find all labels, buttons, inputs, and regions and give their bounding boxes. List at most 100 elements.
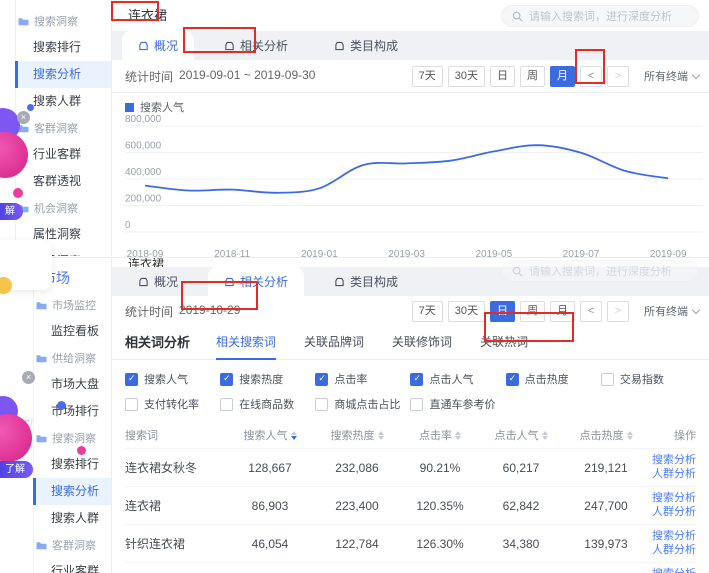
sidebar-group[interactable]: 客群洞察 bbox=[33, 532, 111, 558]
sidebar-group[interactable]: 搜索洞察 bbox=[33, 425, 111, 451]
sidebar-item[interactable]: 监控看板 bbox=[33, 318, 111, 345]
promo-pill[interactable]: 了解 bbox=[0, 461, 33, 478]
chart-legend[interactable]: 搜索人气 bbox=[125, 100, 709, 114]
column-header[interactable]: 搜索热度 bbox=[313, 427, 401, 443]
checkbox[interactable] bbox=[315, 398, 328, 411]
sidebar-group[interactable]: 市场监控 bbox=[33, 292, 111, 318]
range-button[interactable]: 周 bbox=[520, 301, 545, 322]
range-button[interactable]: 日 bbox=[490, 301, 515, 322]
range-button[interactable]: 7天 bbox=[412, 301, 443, 322]
action-cell: 搜索分析人群分析 bbox=[649, 568, 696, 573]
sidebar-item-active[interactable]: 搜索分析 bbox=[15, 61, 111, 88]
prev-button[interactable]: < bbox=[580, 66, 602, 87]
sidebar-item[interactable]: 搜索排行 bbox=[15, 34, 111, 61]
sidebar-item[interactable]: 行业客群 bbox=[15, 141, 111, 168]
tab[interactable]: 类目构成 bbox=[318, 267, 414, 296]
action-link[interactable]: 人群分析 bbox=[652, 506, 696, 519]
checkbox[interactable] bbox=[220, 398, 233, 411]
value-cell: 62,842 bbox=[479, 499, 563, 513]
action-link[interactable]: 搜索分析 bbox=[652, 492, 696, 505]
action-link[interactable]: 人群分析 bbox=[652, 468, 696, 481]
terminal-dropdown[interactable]: 所有终端 bbox=[644, 303, 699, 319]
metric-label: 点击率 bbox=[334, 371, 367, 387]
metric-checkbox[interactable]: 搜索热度 bbox=[220, 371, 315, 387]
range-button[interactable]: 日 bbox=[490, 66, 515, 87]
metric-label: 商城点击占比 bbox=[334, 396, 400, 412]
close-icon[interactable]: × bbox=[17, 111, 30, 124]
tab[interactable]: 相关分析 bbox=[208, 31, 304, 60]
tab[interactable]: 概况 bbox=[122, 267, 194, 296]
metric-checkbox[interactable]: 搜索人气 bbox=[125, 371, 220, 387]
prev-button[interactable]: < bbox=[580, 301, 602, 322]
checkbox[interactable] bbox=[601, 373, 614, 386]
tab[interactable]: 概况 bbox=[122, 31, 194, 60]
action-link[interactable]: 搜索分析 bbox=[652, 530, 696, 543]
sidebar-item[interactable]: 搜索排行 bbox=[33, 451, 111, 478]
column-header[interactable]: 点击热度 bbox=[563, 427, 649, 443]
subtab[interactable]: 关联热词 bbox=[480, 333, 528, 360]
line-chart: 800,000600,000400,000200,00002018-092018… bbox=[125, 114, 709, 264]
metric-checkbox[interactable]: 支付转化率 bbox=[125, 396, 220, 412]
checkbox-checked[interactable] bbox=[506, 373, 519, 386]
sidebar-item[interactable]: 行业客群 bbox=[33, 558, 111, 573]
metric-checkbox[interactable]: 点击热度 bbox=[506, 371, 601, 387]
close-icon[interactable]: × bbox=[22, 371, 35, 384]
range-button[interactable]: 30天 bbox=[448, 301, 485, 322]
chevron-down-icon bbox=[692, 70, 700, 78]
tab[interactable]: 相关分析 bbox=[208, 267, 304, 296]
metric-checkbox[interactable]: 交易指数 bbox=[601, 371, 696, 387]
search-input[interactable]: 请输入搜索词，进行深度分析 bbox=[501, 5, 699, 27]
sort-icon[interactable] bbox=[378, 431, 384, 440]
metric-checkbox[interactable]: 直通车参考价 bbox=[410, 396, 505, 412]
table-row: 秋冬连衣裙44,269111,949122.22%30,892125,304搜索… bbox=[125, 562, 696, 573]
metric-checkbox[interactable]: 商城点击占比 bbox=[315, 396, 410, 412]
range-button[interactable]: 月 bbox=[550, 66, 575, 87]
subtab[interactable]: 关联品牌词 bbox=[304, 333, 364, 360]
next-button[interactable]: > bbox=[607, 66, 629, 87]
sidebar-item[interactable]: 客群透视 bbox=[15, 168, 111, 195]
action-link[interactable]: 搜索分析 bbox=[652, 568, 696, 573]
subtab[interactable]: 相关搜索词 bbox=[216, 333, 276, 360]
sidebar-item[interactable]: 市场大盘 bbox=[33, 371, 111, 398]
checkbox[interactable] bbox=[125, 398, 138, 411]
range-button[interactable]: 7天 bbox=[412, 66, 443, 87]
metric-checkbox[interactable]: 点击人气 bbox=[410, 371, 505, 387]
stat-time-value: 2019-09-01 ~ 2019-09-30 bbox=[179, 68, 315, 85]
checkbox-checked[interactable] bbox=[315, 373, 328, 386]
metric-checkbox[interactable]: 点击率 bbox=[315, 371, 410, 387]
checkbox-checked[interactable] bbox=[410, 373, 423, 386]
checkbox-checked[interactable] bbox=[220, 373, 233, 386]
metric-label: 搜索热度 bbox=[239, 371, 283, 387]
sidebar-group[interactable]: 供给洞察 bbox=[33, 345, 111, 371]
tab[interactable]: 类目构成 bbox=[318, 31, 414, 60]
action-link[interactable]: 人群分析 bbox=[652, 544, 696, 557]
range-button[interactable]: 30天 bbox=[448, 66, 485, 87]
search-input-bottom[interactable]: 请输入搜索词，进行深度分析 bbox=[501, 260, 699, 282]
column-header[interactable]: 搜索人气 bbox=[227, 427, 313, 443]
range-button[interactable]: 月 bbox=[550, 301, 575, 322]
sort-icon[interactable] bbox=[291, 431, 297, 440]
sort-icon[interactable] bbox=[542, 431, 548, 440]
terminal-dropdown[interactable]: 所有终端 bbox=[644, 68, 699, 84]
sidebar-item[interactable]: 市场排行 bbox=[33, 398, 111, 425]
sort-icon[interactable] bbox=[627, 431, 633, 440]
checkbox-checked[interactable] bbox=[125, 373, 138, 386]
next-button[interactable]: > bbox=[607, 301, 629, 322]
sidebar-group-label: 搜索洞察 bbox=[52, 430, 96, 446]
column-header: 操作 bbox=[649, 427, 696, 443]
column-header[interactable]: 点击率 bbox=[401, 427, 479, 443]
column-header[interactable]: 点击人气 bbox=[479, 427, 563, 443]
checkbox[interactable] bbox=[410, 398, 423, 411]
promo-pill[interactable]: 解 bbox=[0, 203, 23, 220]
sidebar-group[interactable]: 机会洞察 bbox=[15, 195, 111, 221]
metric-checkbox[interactable]: 在线商品数 bbox=[220, 396, 315, 412]
related-word-subtabs: 相关搜索词 关联品牌词 关联修饰词 关联热词 bbox=[216, 333, 528, 359]
sidebar-item[interactable]: 搜索人群 bbox=[33, 505, 111, 532]
sort-icon[interactable] bbox=[455, 431, 461, 440]
promo-dot-pink bbox=[77, 446, 86, 455]
range-button[interactable]: 周 bbox=[520, 66, 545, 87]
sidebar-group[interactable]: 搜索洞察 bbox=[15, 8, 111, 34]
action-link[interactable]: 搜索分析 bbox=[652, 454, 696, 467]
subtab[interactable]: 关联修饰词 bbox=[392, 333, 452, 360]
sidebar-item-active[interactable]: 搜索分析 bbox=[33, 478, 111, 505]
